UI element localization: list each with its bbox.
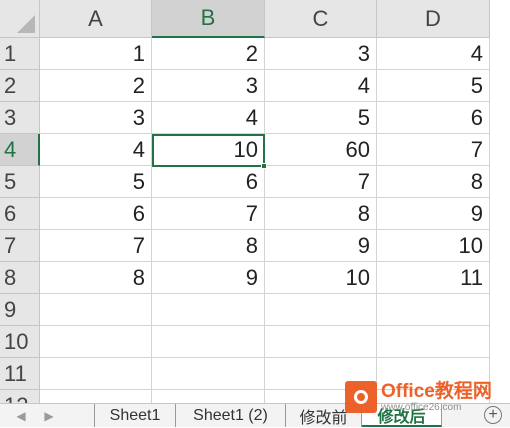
cell-a11[interactable] — [40, 358, 152, 390]
prev-sheet-icon[interactable]: ◀ — [12, 407, 30, 425]
office-logo-icon — [345, 381, 377, 413]
cell-a1[interactable]: 1 — [40, 38, 152, 70]
row-header-10[interactable]: 10 — [0, 326, 40, 358]
cell-a3[interactable]: 3 — [40, 102, 152, 134]
cell-a7[interactable]: 7 — [40, 230, 152, 262]
cell-b7[interactable]: 8 — [152, 230, 265, 262]
cell-d4[interactable]: 7 — [377, 134, 490, 166]
row-header-2[interactable]: 2 — [0, 70, 40, 102]
cell-a8[interactable]: 8 — [40, 262, 152, 294]
cell-d1[interactable]: 4 — [377, 38, 490, 70]
cell-c7[interactable]: 9 — [265, 230, 377, 262]
row-header-3[interactable]: 3 — [0, 102, 40, 134]
cell-d3[interactable]: 6 — [377, 102, 490, 134]
row-header-12[interactable]: 12 — [0, 390, 40, 403]
cell-a2[interactable]: 2 — [40, 70, 152, 102]
cell-a9[interactable] — [40, 294, 152, 326]
sheet-tab-1[interactable]: Sheet1 — [94, 404, 176, 427]
cell-a6[interactable]: 6 — [40, 198, 152, 230]
row-header-8[interactable]: 8 — [0, 262, 40, 294]
row-header-5[interactable]: 5 — [0, 166, 40, 198]
next-sheet-icon[interactable]: ▶ — [40, 407, 58, 425]
cell-c3[interactable]: 5 — [265, 102, 377, 134]
cell-c5[interactable]: 7 — [265, 166, 377, 198]
spreadsheet-grid: A B C D 1 1 2 3 4 2 2 3 4 5 3 3 4 5 6 4 4 10 60 7 5 5 6 7 8 6 6 7 8 9 7 7 8 9… — [0, 0, 510, 403]
cell-b5[interactable]: 6 — [152, 166, 265, 198]
cell-b9[interactable] — [152, 294, 265, 326]
row-header-1[interactable]: 1 — [0, 38, 40, 70]
cell-b8[interactable]: 9 — [152, 262, 265, 294]
cell-d10[interactable] — [377, 326, 490, 358]
cell-c8[interactable]: 10 — [265, 262, 377, 294]
row-header-9[interactable]: 9 — [0, 294, 40, 326]
watermark-title: Office教程网 — [381, 380, 492, 402]
cell-c1[interactable]: 3 — [265, 38, 377, 70]
cell-d8[interactable]: 11 — [377, 262, 490, 294]
cell-d5[interactable]: 8 — [377, 166, 490, 198]
cell-c2[interactable]: 4 — [265, 70, 377, 102]
column-header-b[interactable]: B — [152, 0, 265, 38]
cell-c9[interactable] — [265, 294, 377, 326]
row-header-11[interactable]: 11 — [0, 358, 40, 390]
cell-b1[interactable]: 2 — [152, 38, 265, 70]
cell-b10[interactable] — [152, 326, 265, 358]
cell-b3[interactable]: 4 — [152, 102, 265, 134]
select-all-icon — [17, 15, 35, 33]
cell-d9[interactable] — [377, 294, 490, 326]
cell-b6[interactable]: 7 — [152, 198, 265, 230]
row-header-7[interactable]: 7 — [0, 230, 40, 262]
fill-handle[interactable] — [261, 163, 267, 169]
cell-d6[interactable]: 9 — [377, 198, 490, 230]
cell-b4[interactable]: 10 — [152, 134, 265, 166]
cell-c10[interactable] — [265, 326, 377, 358]
column-header-c[interactable]: C — [265, 0, 377, 38]
cell-d7[interactable]: 10 — [377, 230, 490, 262]
column-header-a[interactable]: A — [40, 0, 152, 38]
cell-c6[interactable]: 8 — [265, 198, 377, 230]
sheet-tab-2[interactable]: Sheet1 (2) — [176, 404, 286, 427]
row-header-4[interactable]: 4 — [0, 134, 40, 166]
cell-a5[interactable]: 5 — [40, 166, 152, 198]
select-all-corner[interactable] — [0, 0, 40, 38]
watermark-url: www.office26.com — [381, 401, 462, 413]
column-header-d[interactable]: D — [377, 0, 490, 38]
cell-b11[interactable] — [152, 358, 265, 390]
row-header-6[interactable]: 6 — [0, 198, 40, 230]
watermark-logo: Office教程网 www.office26.com — [345, 377, 510, 417]
cell-a4[interactable]: 4 — [40, 134, 152, 166]
cell-a12[interactable] — [40, 390, 152, 403]
cell-b12[interactable] — [152, 390, 265, 403]
cell-c4[interactable]: 60 — [265, 134, 377, 166]
cell-b2[interactable]: 3 — [152, 70, 265, 102]
cell-d2[interactable]: 5 — [377, 70, 490, 102]
cell-a10[interactable] — [40, 326, 152, 358]
